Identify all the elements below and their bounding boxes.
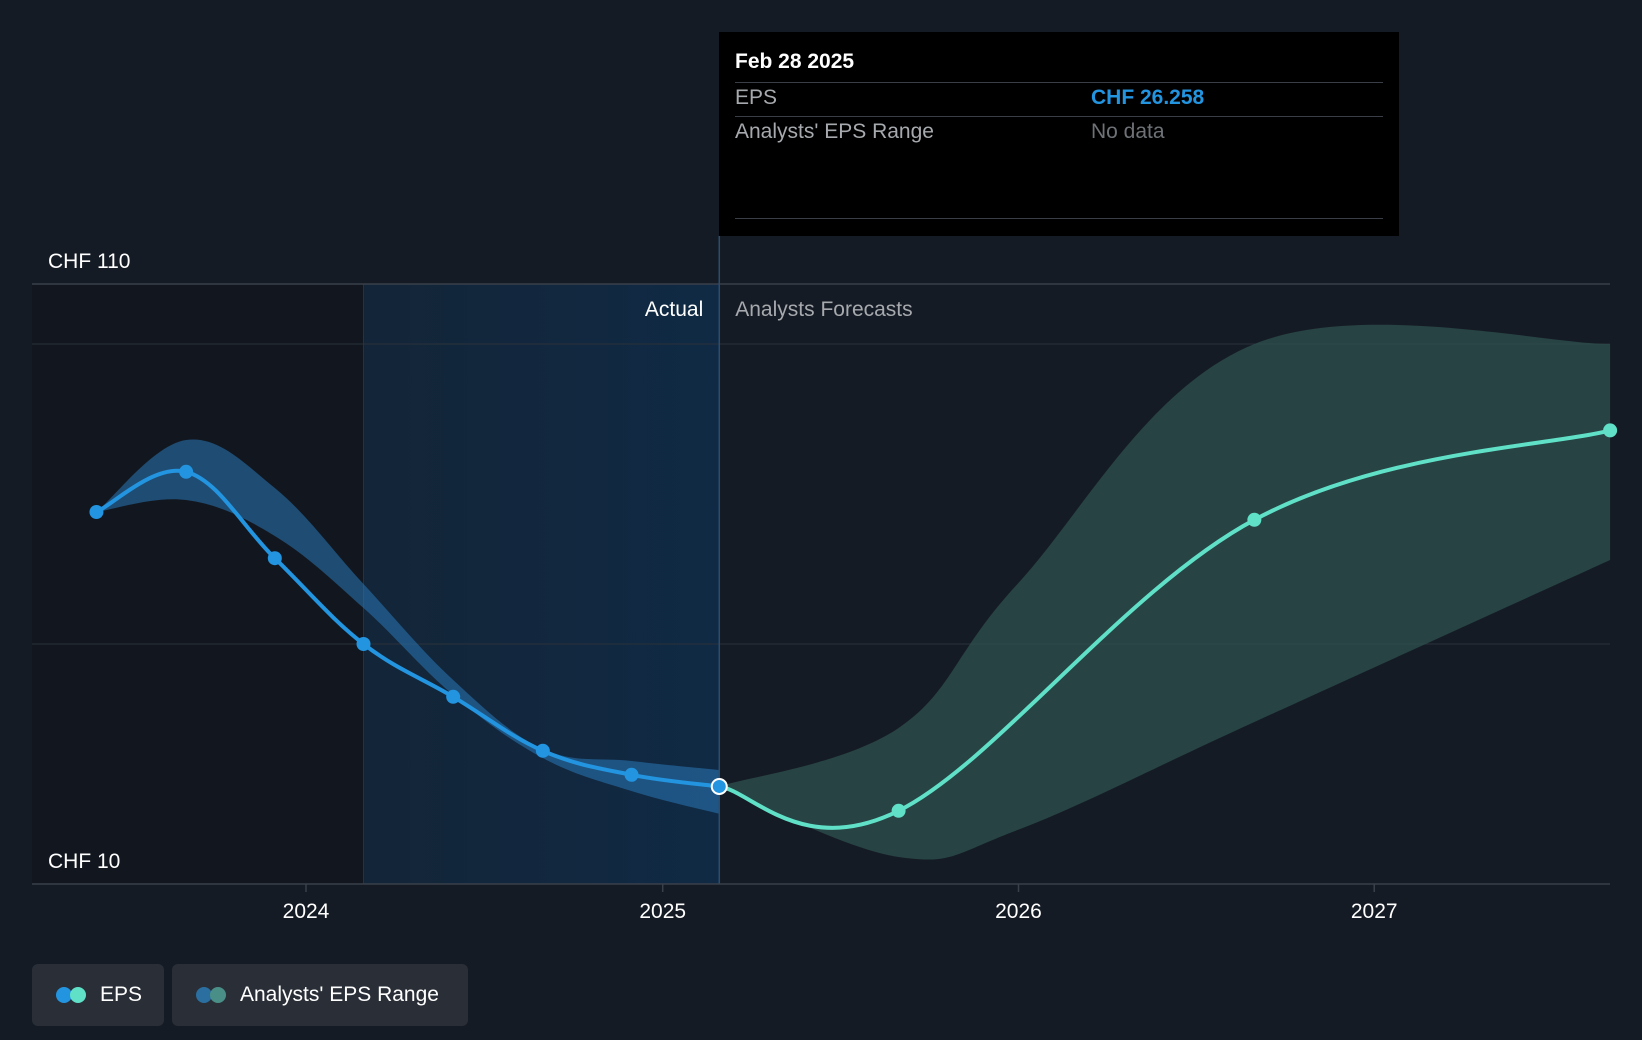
eps-point-forecast bbox=[1603, 423, 1618, 438]
tooltip-divider bbox=[735, 82, 1383, 83]
legend-eps-dot-forecast bbox=[70, 987, 86, 1003]
eps-point-actual bbox=[89, 505, 104, 519]
legend-item-eps[interactable]: EPS bbox=[32, 964, 164, 1026]
eps-point-actual bbox=[267, 551, 282, 566]
tooltip-divider bbox=[735, 116, 1383, 117]
eps-point-actual bbox=[356, 637, 371, 651]
legend-range-label: Analysts' EPS Range bbox=[240, 983, 439, 1006]
legend-range-swatch bbox=[196, 987, 228, 1003]
legend-eps-label: EPS bbox=[100, 983, 143, 1006]
y-tick-label-min: CHF 10 bbox=[48, 850, 120, 873]
x-tick-label-2025: 2025 bbox=[639, 900, 686, 923]
tooltip-date: Feb 28 2025 bbox=[735, 50, 855, 73]
past-background bbox=[32, 284, 364, 884]
chart-container: CHF 110 CHF 10 2024 2025 2026 2027 Actual Analy… bbox=[0, 0, 1642, 1040]
eps-point-forecast bbox=[1247, 512, 1262, 527]
eps-point-forecast bbox=[891, 803, 906, 818]
x-tick-label-2027: 2027 bbox=[1351, 900, 1398, 923]
x-tick-label-2024: 2024 bbox=[283, 900, 330, 923]
x-tick-label-2026: 2026 bbox=[995, 900, 1042, 923]
eps-point-actual bbox=[535, 743, 550, 758]
tooltip-eps-value: CHF 26.258 bbox=[1091, 86, 1205, 109]
eps-point-actual bbox=[624, 767, 639, 782]
tooltip-range-label: Analysts' EPS Range bbox=[735, 120, 934, 143]
legend-item-range[interactable]: Analysts' EPS Range bbox=[172, 964, 468, 1026]
tooltip: Feb 28 2025 EPS CHF 26.258 Analysts' EPS… bbox=[719, 32, 1399, 236]
eps-point-actual bbox=[446, 689, 461, 704]
eps-point-highlight bbox=[710, 777, 728, 795]
actual-section-label: Actual bbox=[645, 298, 703, 321]
y-tick-label-max: CHF 110 bbox=[48, 250, 130, 273]
forecast-section-label: Analysts Forecasts bbox=[735, 298, 912, 321]
eps-range-band-forecast bbox=[719, 324, 1611, 860]
eps-point-actual bbox=[179, 464, 194, 479]
tooltip-range-value: No data bbox=[1091, 120, 1165, 143]
legend-eps-swatch bbox=[56, 987, 88, 1003]
tooltip-divider bbox=[735, 218, 1383, 219]
legend-range-dot-forecast bbox=[210, 987, 226, 1003]
tooltip-eps-label: EPS bbox=[735, 86, 778, 109]
